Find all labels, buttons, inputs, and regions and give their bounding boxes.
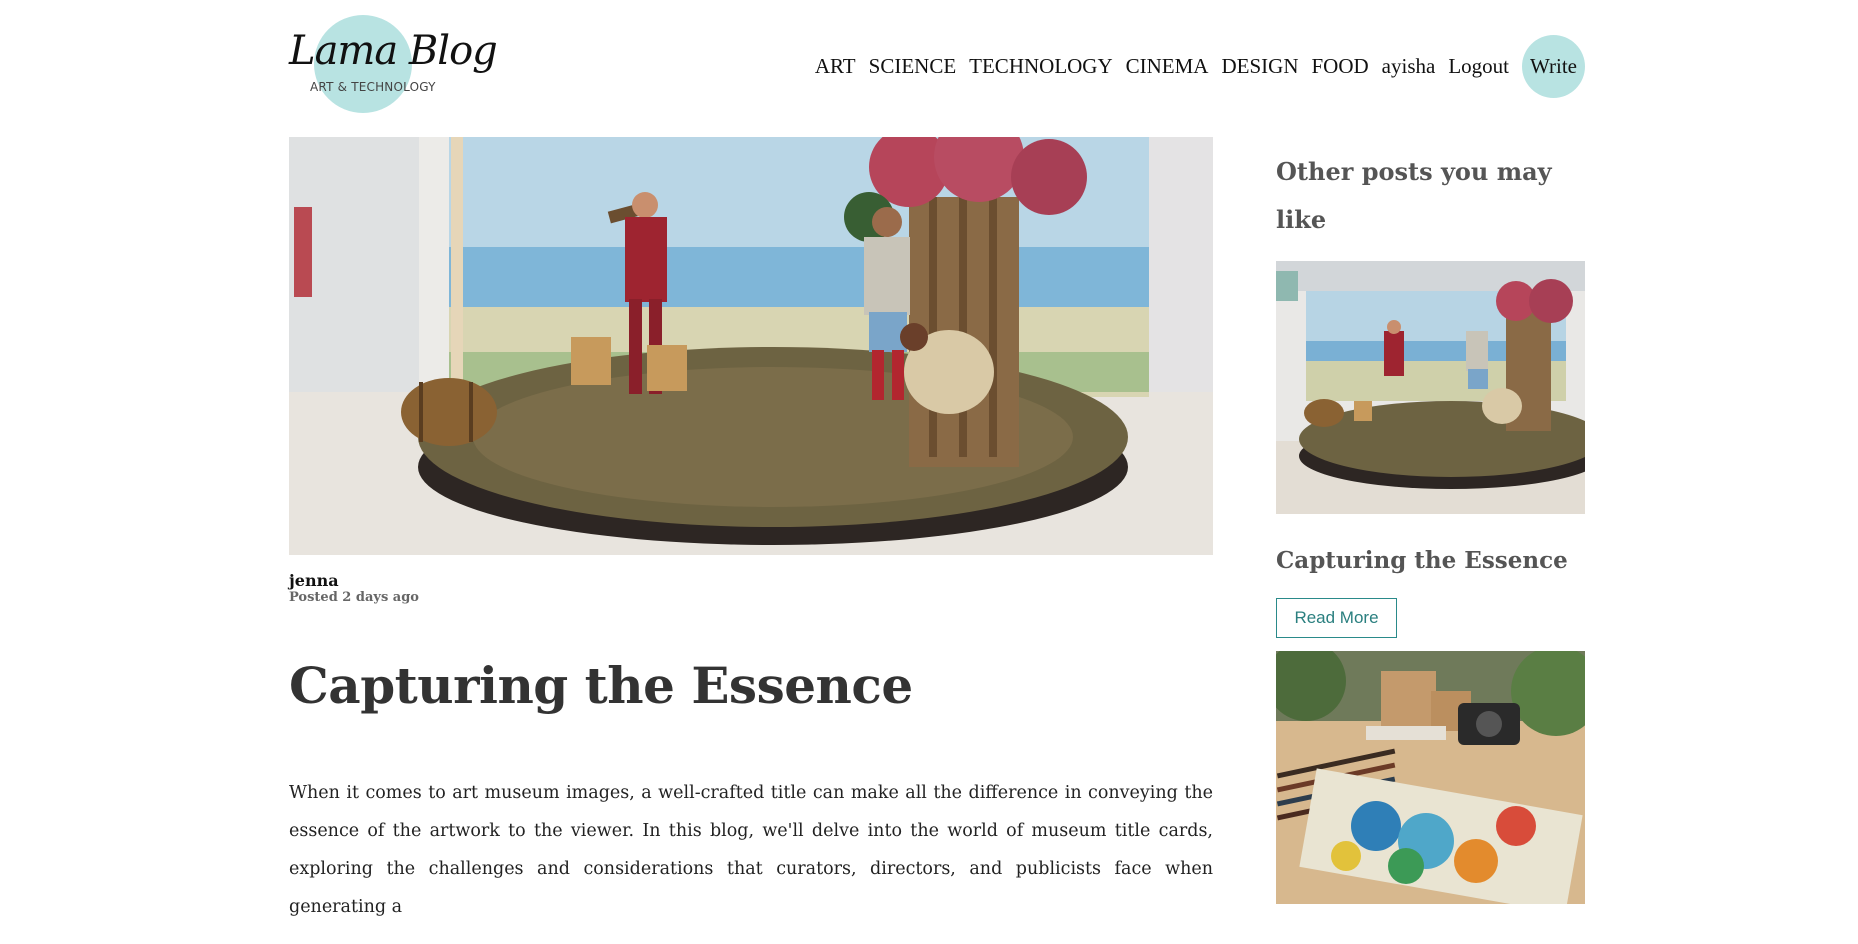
post-image bbox=[289, 137, 1213, 555]
logo-title: Lama Blog bbox=[289, 28, 498, 74]
post-author-block: jenna Posted 2 days ago bbox=[289, 572, 1213, 606]
post-date: Posted 2 days ago bbox=[289, 590, 419, 605]
logo-subtitle: ART & TECHNOLOGY bbox=[310, 80, 436, 94]
nav-link-design[interactable]: DESIGN bbox=[1221, 54, 1298, 79]
post-main: jenna Posted 2 days ago Capturing the Es… bbox=[289, 137, 1213, 944]
nav-link-food[interactable]: FOOD bbox=[1311, 54, 1368, 79]
nav-links: ART SCIENCE TECHNOLOGY CINEMA DESIGN FOO… bbox=[815, 34, 1585, 98]
read-more-button[interactable]: Read More bbox=[1276, 598, 1397, 638]
write-button[interactable]: Write bbox=[1522, 34, 1585, 98]
page: Lama Blog ART & TECHNOLOGY ART SCIENCE T… bbox=[289, 0, 1585, 917]
nav-logout[interactable]: Logout bbox=[1448, 54, 1509, 79]
nav-link-art[interactable]: ART bbox=[815, 54, 856, 79]
nav-username[interactable]: ayisha bbox=[1382, 54, 1436, 79]
navbar: Lama Blog ART & TECHNOLOGY ART SCIENCE T… bbox=[289, 0, 1585, 134]
sidebar-card-title[interactable]: Capturing the Essence bbox=[1276, 544, 1586, 578]
sidebar-heading: Other posts you may like bbox=[1276, 157, 1552, 234]
sidebar-card-image[interactable] bbox=[1276, 261, 1585, 514]
nav-link-technology[interactable]: TECHNOLOGY bbox=[969, 54, 1112, 79]
post-author: jenna bbox=[289, 571, 339, 590]
logo[interactable]: Lama Blog ART & TECHNOLOGY bbox=[289, 12, 498, 117]
nav-link-science[interactable]: SCIENCE bbox=[869, 54, 957, 79]
nav-link-cinema[interactable]: CINEMA bbox=[1126, 54, 1209, 79]
post-title: Capturing the Essence bbox=[289, 656, 913, 715]
post-body: When it comes to art museum images, a we… bbox=[289, 783, 1213, 917]
sidebar: Other posts you may like Capturing the E… bbox=[1276, 148, 1586, 904]
sidebar-card-image-2[interactable] bbox=[1276, 651, 1585, 904]
